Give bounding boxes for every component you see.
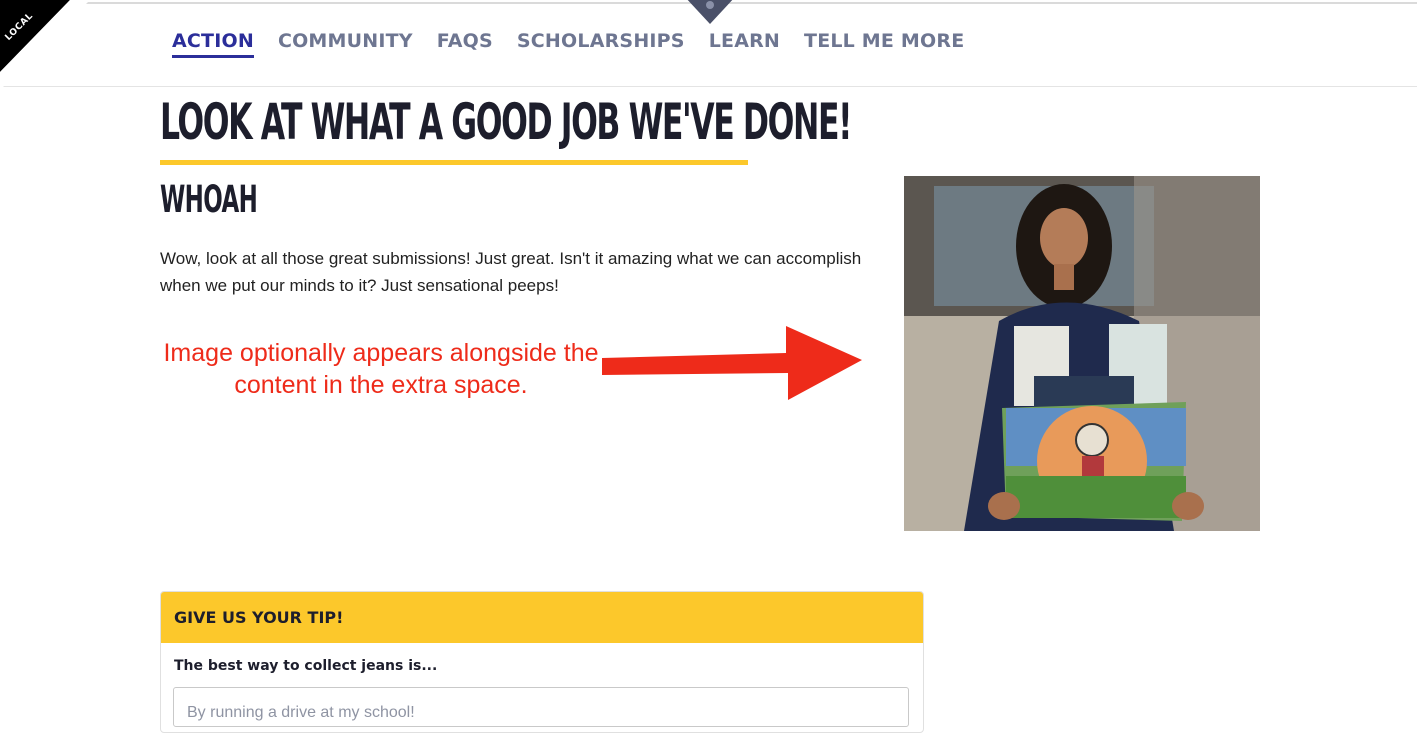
nav-item-learn[interactable]: LEARN [709, 30, 780, 58]
title-underline [160, 160, 748, 165]
nav-item-faqs[interactable]: FAQS [437, 30, 493, 58]
page-title: LOOK AT WHAT A GOOD JOB WE'VE DONE! [160, 93, 852, 151]
tip-form-question: The best way to collect jeans is... [174, 658, 438, 674]
annotation-text: Image optionally appears alongside the c… [163, 339, 599, 399]
nav-item-action[interactable]: ACTION [172, 30, 254, 58]
nav-item-community[interactable]: COMMUNITY [278, 30, 413, 58]
nav-menu: ACTION COMMUNITY FAQS SCHOLARSHIPS LEARN… [172, 30, 988, 58]
ribbon-shape-icon [0, 0, 90, 90]
local-corner-badge: LOCAL [0, 0, 90, 90]
featured-photo [904, 176, 1260, 531]
tip-input[interactable] [173, 687, 909, 727]
arrow-right-icon [602, 326, 862, 400]
section-subtitle: WHOAH [160, 178, 258, 221]
tip-form-card: GIVE US YOUR TIP! The best way to collec… [160, 591, 924, 733]
logo-tab-icon[interactable] [684, 0, 736, 24]
nav-item-scholarships[interactable]: SCHOLARSHIPS [517, 30, 685, 58]
tip-form-header: GIVE US YOUR TIP! [161, 592, 923, 643]
body-paragraph: Wow, look at all those great submissions… [160, 249, 862, 295]
nav-item-tell-me-more[interactable]: TELL ME MORE [804, 30, 964, 58]
